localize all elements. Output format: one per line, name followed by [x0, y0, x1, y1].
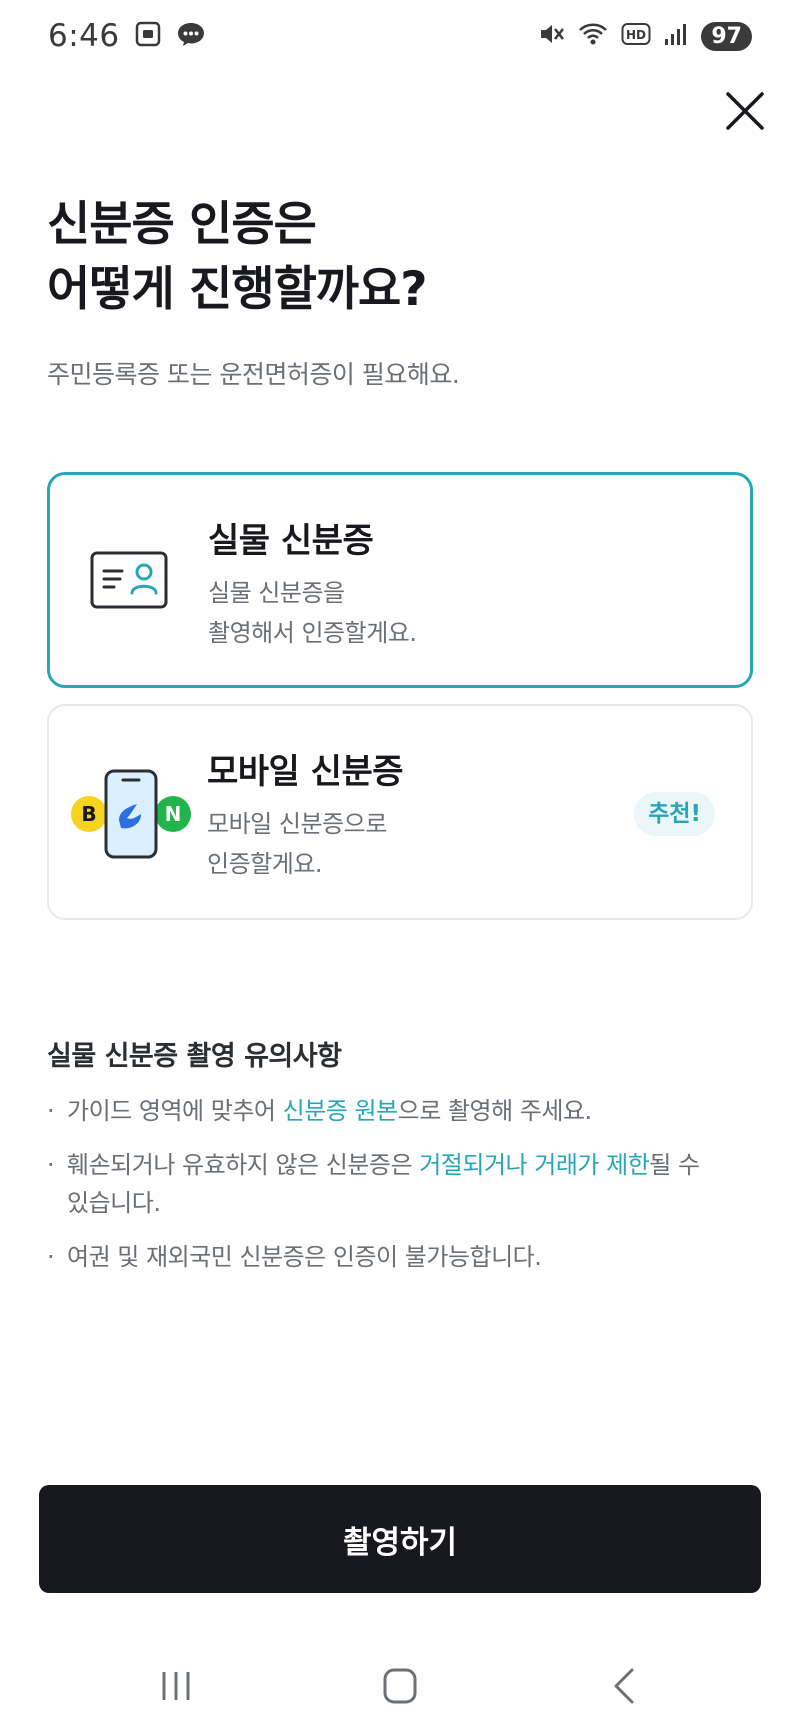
page-subtitle: 주민등록증 또는 운전면허증이 필요해요.: [47, 360, 460, 389]
status-time: 6:46: [48, 18, 120, 54]
notice-item: 여권 및 재외국민 신분증은 인증이 불가능합니다.: [47, 1238, 727, 1276]
screenshot-icon: [134, 20, 162, 52]
option-physical-title: 실물 신분증: [208, 521, 374, 561]
status-bar: 6:46 HD 97: [0, 0, 800, 72]
notice-item: 가이드 영역에 맞추어 신분증 원본으로 촬영해 주세요.: [47, 1092, 727, 1130]
wifi-icon: [577, 20, 609, 52]
option-mobile-title: 모바일 신분증: [207, 752, 404, 792]
nav-bar: [0, 1652, 800, 1722]
signal-icon: [663, 21, 689, 51]
recent-apps-icon: [162, 1672, 190, 1700]
page-title-line1: 신분증 인증은: [47, 197, 317, 252]
notice-item-text: 여권 및 재외국민 신분증은 인증이 불가능합니다.: [67, 1243, 542, 1271]
mobile-icon-letter-left: B: [81, 802, 96, 826]
back-icon: [614, 1668, 634, 1704]
notice-item-text: 훼손되거나 유효하지 않은 신분증은: [67, 1151, 420, 1179]
recommend-badge: 추천!: [634, 792, 715, 836]
hd-icon: HD: [621, 22, 651, 50]
status-left: 6:46: [48, 18, 206, 54]
mobile-id-icon: B N: [69, 768, 193, 860]
mute-icon: [537, 20, 565, 52]
close-icon: [726, 92, 764, 130]
close-button[interactable]: [722, 88, 768, 134]
notice-list: 가이드 영역에 맞추어 신분증 원본으로 촬영해 주세요. 훼손되거나 유효하지…: [47, 1092, 727, 1292]
notice-title: 실물 신분증 촬영 유의사항: [47, 1041, 342, 1072]
option-physical-desc-line1: 실물 신분증을: [208, 579, 345, 607]
notice-item-text: 으로 촬영해 주세요.: [397, 1097, 593, 1125]
status-right: HD 97: [537, 20, 752, 52]
option-mobile-desc-line1: 모바일 신분증으로: [207, 810, 387, 838]
back-button[interactable]: [594, 1664, 654, 1708]
screen: 6:46 HD 97 신분증 인증은 어떻게 진행할까요? 주민등록증 또는 운…: [0, 0, 800, 1734]
option-mobile-desc-line2: 인증할게요.: [207, 850, 323, 878]
option-physical-id[interactable]: 실물 신분증 실물 신분증을 촬영해서 인증할게요.: [47, 472, 753, 688]
recent-apps-button[interactable]: [146, 1664, 206, 1708]
home-button[interactable]: [370, 1664, 430, 1708]
battery-level: 97: [701, 21, 752, 51]
capture-button[interactable]: 촬영하기: [39, 1485, 761, 1593]
page-title: 신분증 인증은 어떻게 진행할까요?: [47, 192, 747, 322]
chat-bubble-icon: [176, 20, 206, 52]
notice-item-highlight: 신분증 원본: [282, 1097, 399, 1125]
option-physical-desc-line2: 촬영해서 인증할게요.: [208, 619, 417, 647]
notice-item-text: 가이드 영역에 맞추어: [67, 1097, 283, 1125]
notice-item-highlight: 거절되거나 거래가 제한: [419, 1151, 650, 1179]
option-mobile-desc: 모바일 신분증으로 인증할게요.: [207, 804, 387, 884]
home-icon: [383, 1668, 417, 1704]
notice-item: 훼손되거나 유효하지 않은 신분증은 거절되거나 거래가 제한될 수 있습니다.: [47, 1146, 727, 1222]
svg-text:HD: HD: [626, 28, 646, 42]
option-physical-desc: 실물 신분증을 촬영해서 인증할게요.: [208, 573, 417, 653]
page-title-line2: 어떻게 진행할까요?: [47, 262, 428, 317]
mobile-icon-letter-right: N: [165, 802, 182, 826]
id-card-icon: [86, 539, 172, 621]
option-mobile-id[interactable]: B N 모바일 신분증 모바일 신분증으로 인증할게요. 추천!: [47, 704, 753, 920]
